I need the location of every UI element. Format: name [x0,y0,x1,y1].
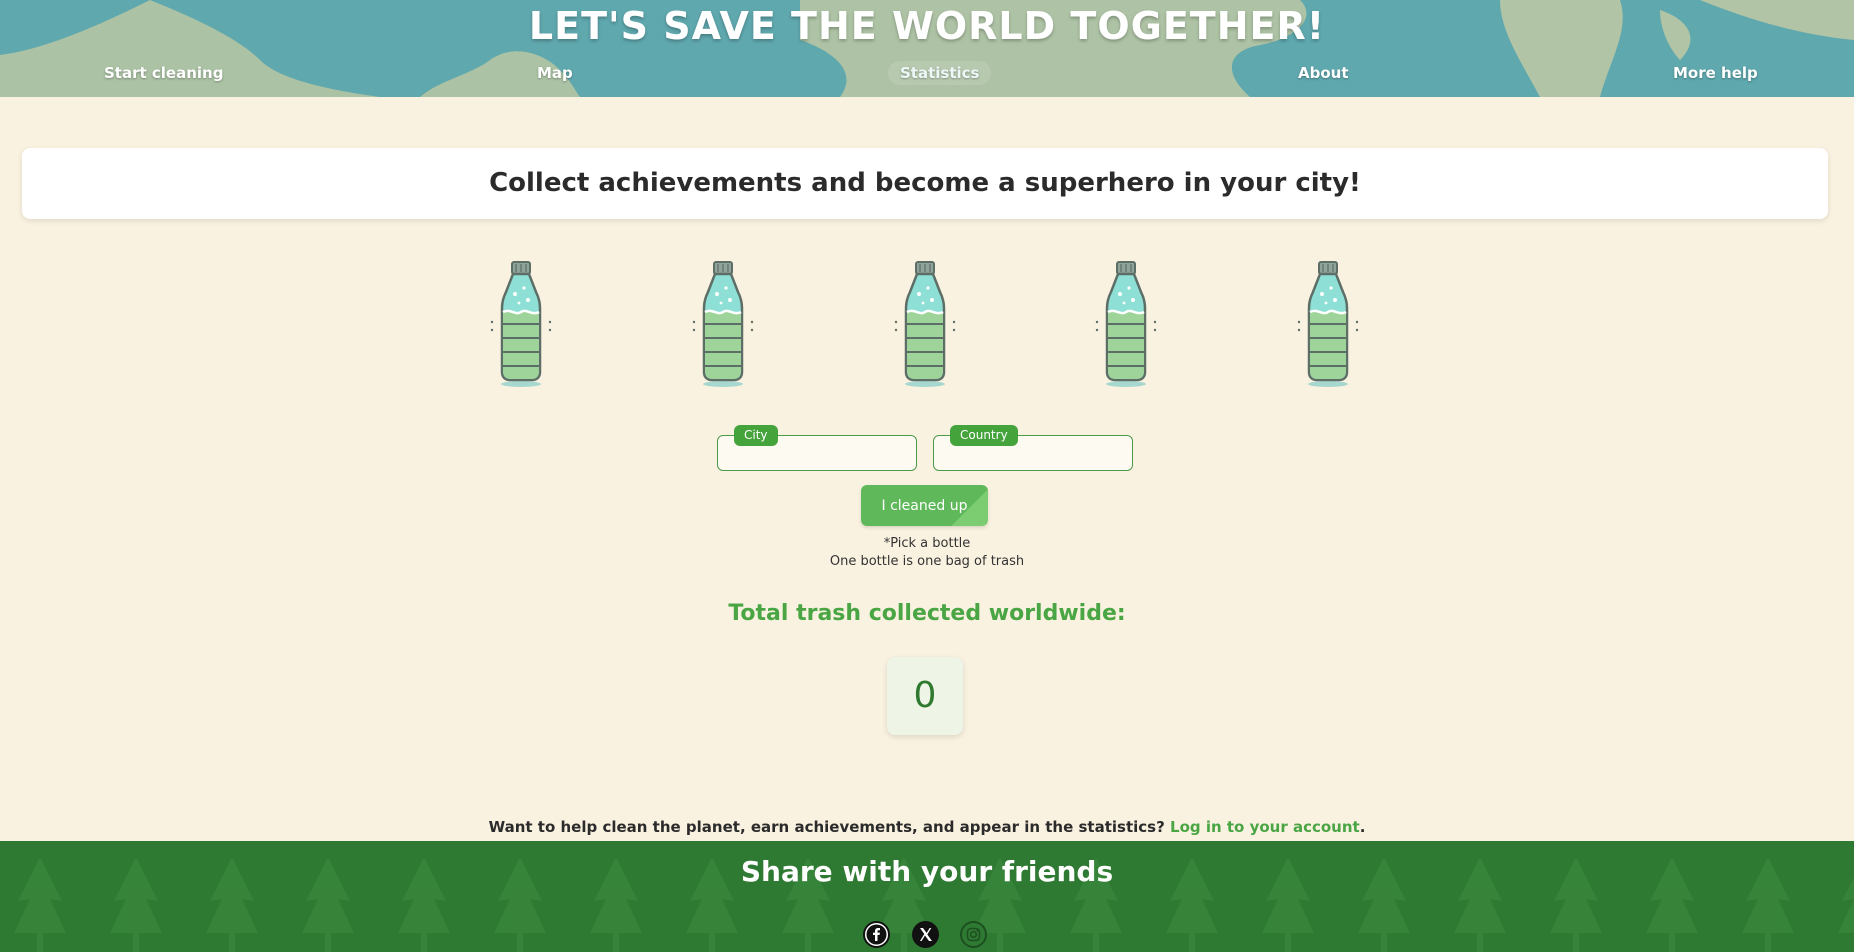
bottle-3[interactable] [892,258,958,390]
x-icon[interactable] [912,921,939,948]
bottle-2[interactable] [690,258,756,390]
achievements-banner: Collect achievements and become a superh… [22,148,1828,219]
bottle-icon [1095,261,1157,387]
nav-more-help[interactable]: More help [1673,61,1758,85]
bottle-icon [894,261,956,387]
city-label: City [734,425,778,446]
nav-about[interactable]: About [1298,61,1349,85]
login-prompt-suffix: . [1359,818,1366,836]
pick-bottle-hint: *Pick a bottle [883,536,971,551]
login-prompt: Want to help clean the planet, earn achi… [0,818,1854,836]
nav-start-cleaning[interactable]: Start cleaning [104,61,223,85]
instagram-icon[interactable] [960,921,987,948]
bottle-unit-hint: One bottle is one bag of trash [829,554,1025,569]
login-prompt-text: Want to help clean the planet, earn achi… [488,818,1165,836]
share-title: Share with your friends [740,855,1114,888]
cleaned-up-button[interactable]: I cleaned up [861,485,988,526]
site-header: LET'S SAVE THE WORLD TOGETHER! Start cle… [0,0,1854,97]
facebook-icon[interactable] [863,921,890,948]
bottle-5[interactable] [1295,258,1361,390]
nav-statistics[interactable]: Statistics [888,61,992,85]
nav-map[interactable]: Map [537,61,573,85]
bottle-1[interactable] [488,258,554,390]
site-title: LET'S SAVE THE WORLD TOGETHER! [528,4,1326,48]
login-link[interactable]: Log in to your account [1170,818,1360,836]
bottle-icon [1297,261,1359,387]
total-trash-title: Total trash collected worldwide: [728,601,1126,626]
total-trash-counter: 0 [887,657,963,735]
bottle-4[interactable] [1093,258,1159,390]
bottle-icon [692,261,754,387]
bottle-icon [490,261,552,387]
country-label: Country [950,425,1018,446]
